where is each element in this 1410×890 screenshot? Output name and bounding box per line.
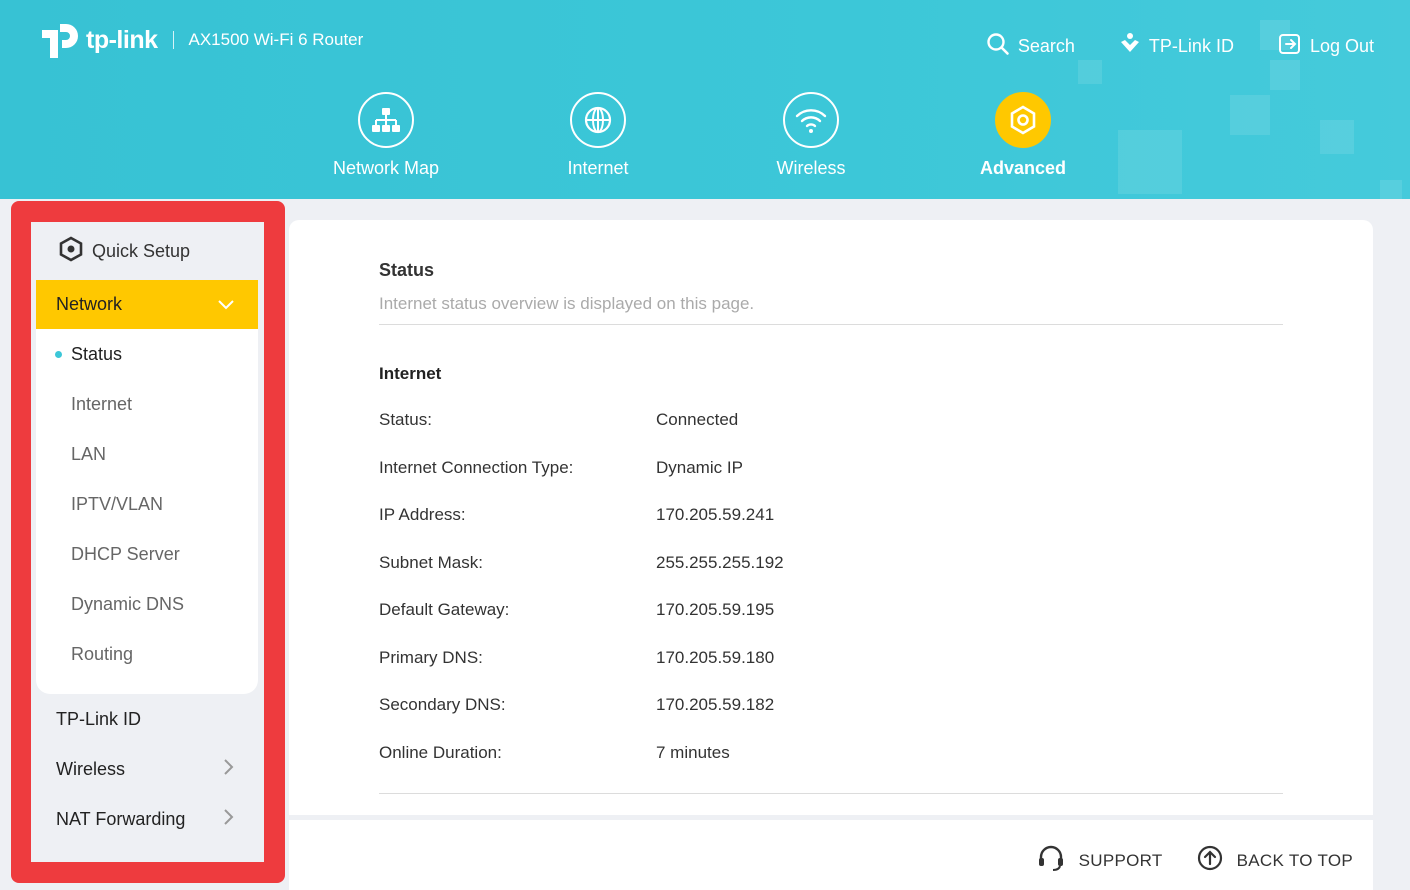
- logout-label: Log Out: [1309, 36, 1374, 56]
- tp-link-logo-icon: [36, 18, 82, 62]
- row-value: 255.255.255.192: [656, 553, 784, 572]
- row-label: Primary DNS:: [379, 648, 483, 667]
- tab-network-map-label: Network Map: [332, 158, 440, 178]
- tab-network-map[interactable]: Network Map: [306, 92, 466, 179]
- sidebar-subitem-label: Dynamic DNS: [71, 593, 185, 614]
- row-value: 170.205.59.180: [656, 648, 775, 667]
- headset-icon: [1037, 844, 1065, 877]
- row-label: Internet Connection Type:: [379, 458, 574, 477]
- status-row: IP Address: 170.205.59.241: [379, 505, 1283, 529]
- sidebar-item-tplink-id[interactable]: TP-Link ID: [36, 694, 258, 744]
- tplink-id-link[interactable]: TP-Link ID: [1119, 32, 1234, 61]
- tab-internet[interactable]: Internet: [518, 92, 678, 179]
- brand-separator: [172, 31, 174, 49]
- status-row: Subnet Mask: 255.255.255.192: [379, 553, 1283, 577]
- sidebar-item-label: Wireless: [56, 758, 126, 779]
- sidebar-subitem-dhcp-server[interactable]: DHCP Server: [36, 529, 258, 579]
- logout-icon: [1278, 32, 1302, 61]
- row-value: Dynamic IP: [656, 458, 743, 477]
- sidebar-subitem-routing[interactable]: Routing: [36, 629, 258, 679]
- search-label: Search: [1017, 36, 1075, 56]
- wifi-icon: [783, 92, 839, 148]
- sidebar-item-wireless[interactable]: Wireless: [36, 744, 258, 794]
- globe-icon: [570, 92, 626, 148]
- sidebar-subitem-status[interactable]: Status: [36, 329, 258, 379]
- sidebar-subitem-label: Status: [71, 343, 123, 364]
- sidebar-subitem-label: Internet: [71, 393, 133, 414]
- brand: tp-link AX1500 Wi-Fi 6 Router: [36, 18, 363, 62]
- header-bar: tp-link AX1500 Wi-Fi 6 Router Search TP-…: [0, 0, 1410, 199]
- router-model: AX1500 Wi-Fi 6 Router: [188, 30, 364, 49]
- tab-wireless-label: Wireless: [776, 158, 846, 178]
- search-icon: [986, 32, 1010, 61]
- status-row: Online Duration: 7 minutes: [379, 743, 1283, 767]
- status-row: Status: Connected: [379, 410, 1283, 434]
- row-label: Secondary DNS:: [379, 695, 506, 714]
- row-value: 170.205.59.241: [656, 505, 775, 524]
- section-title-internet: Internet: [379, 364, 442, 383]
- row-label: Default Gateway:: [379, 600, 510, 619]
- row-label: Status:: [379, 410, 432, 429]
- sidebar-item-network[interactable]: Network: [36, 280, 258, 329]
- tab-wireless[interactable]: Wireless: [731, 92, 891, 179]
- back-to-top-label: BACK TO TOP: [1236, 850, 1353, 870]
- tplink-id-label: TP-Link ID: [1148, 36, 1234, 56]
- sidebar-item-label: TP-Link ID: [56, 708, 142, 729]
- status-row: Internet Connection Type: Dynamic IP: [379, 458, 1283, 482]
- sidebar-network-group: Network Status Internet LAN IPTV/VLAN DH…: [36, 280, 258, 694]
- sidebar-subitem-label: DHCP Server: [71, 543, 180, 564]
- search-link[interactable]: Search: [986, 32, 1075, 61]
- logout-link[interactable]: Log Out: [1278, 32, 1374, 61]
- chevron-right-icon: [224, 808, 234, 830]
- status-row: Secondary DNS: 170.205.59.182: [379, 695, 1283, 719]
- active-dot-icon: [55, 350, 62, 358]
- sidebar-subitem-internet[interactable]: Internet: [36, 379, 258, 429]
- row-value: 170.205.59.182: [656, 695, 775, 714]
- quick-setup-label: Quick Setup: [92, 240, 191, 261]
- page-description: Internet status overview is displayed on…: [379, 294, 755, 313]
- brand-name: tp-link: [86, 25, 158, 54]
- sidebar-subitem-dynamic-dns[interactable]: Dynamic DNS: [36, 579, 258, 629]
- chevron-right-icon: [224, 758, 234, 780]
- network-map-icon: [358, 92, 414, 148]
- tab-internet-label: Internet: [567, 158, 629, 178]
- status-row: Primary DNS: 170.205.59.180: [379, 648, 1283, 672]
- status-row: Default Gateway: 170.205.59.195: [379, 600, 1283, 624]
- page-title: Status: [379, 260, 435, 280]
- sidebar-item-label: NAT Forwarding: [56, 808, 186, 829]
- quick-setup-icon: [58, 236, 84, 267]
- sidebar-item-nat-forwarding[interactable]: NAT Forwarding: [36, 794, 258, 844]
- row-value: 170.205.59.195: [656, 600, 775, 619]
- tab-advanced-label: Advanced: [979, 158, 1067, 178]
- sidebar-subitem-label: Routing: [71, 643, 134, 664]
- sidebar-subitem-lan[interactable]: LAN: [36, 429, 258, 479]
- divider: [379, 324, 1283, 325]
- sidebar-item-quick-setup[interactable]: Quick Setup: [36, 222, 258, 280]
- tab-advanced[interactable]: Advanced: [943, 92, 1103, 179]
- footer-links: SUPPORT BACK TO TOP: [1037, 844, 1353, 877]
- arrow-up-circle-icon: [1197, 845, 1223, 876]
- row-label: Online Duration:: [379, 743, 502, 762]
- row-value: 7 minutes: [656, 743, 730, 762]
- footer: SUPPORT BACK TO TOP: [289, 820, 1373, 890]
- sidebar: Quick Setup Network Status Internet LAN …: [31, 222, 264, 862]
- main-nav: Network Map Internet Wireless Advanced: [0, 92, 1410, 192]
- sidebar-subitem-iptv-vlan[interactable]: IPTV/VLAN: [36, 479, 258, 529]
- top-links: Search TP-Link ID Log Out: [986, 32, 1374, 61]
- divider: [379, 793, 1283, 794]
- back-to-top-link[interactable]: BACK TO TOP: [1197, 845, 1353, 876]
- support-label: SUPPORT: [1078, 850, 1163, 870]
- status-panel: Status Internet status overview is displ…: [289, 220, 1373, 815]
- chevron-down-icon: [218, 294, 234, 315]
- gear-icon: [995, 92, 1051, 148]
- sidebar-subitem-label: LAN: [71, 443, 107, 464]
- row-label: Subnet Mask:: [379, 553, 483, 572]
- row-label: IP Address:: [379, 505, 466, 524]
- support-link[interactable]: SUPPORT: [1037, 844, 1163, 877]
- row-value: Connected: [656, 410, 739, 429]
- tplink-id-icon: [1119, 32, 1141, 61]
- sidebar-subitem-label: IPTV/VLAN: [71, 493, 164, 514]
- network-label: Network: [56, 294, 123, 314]
